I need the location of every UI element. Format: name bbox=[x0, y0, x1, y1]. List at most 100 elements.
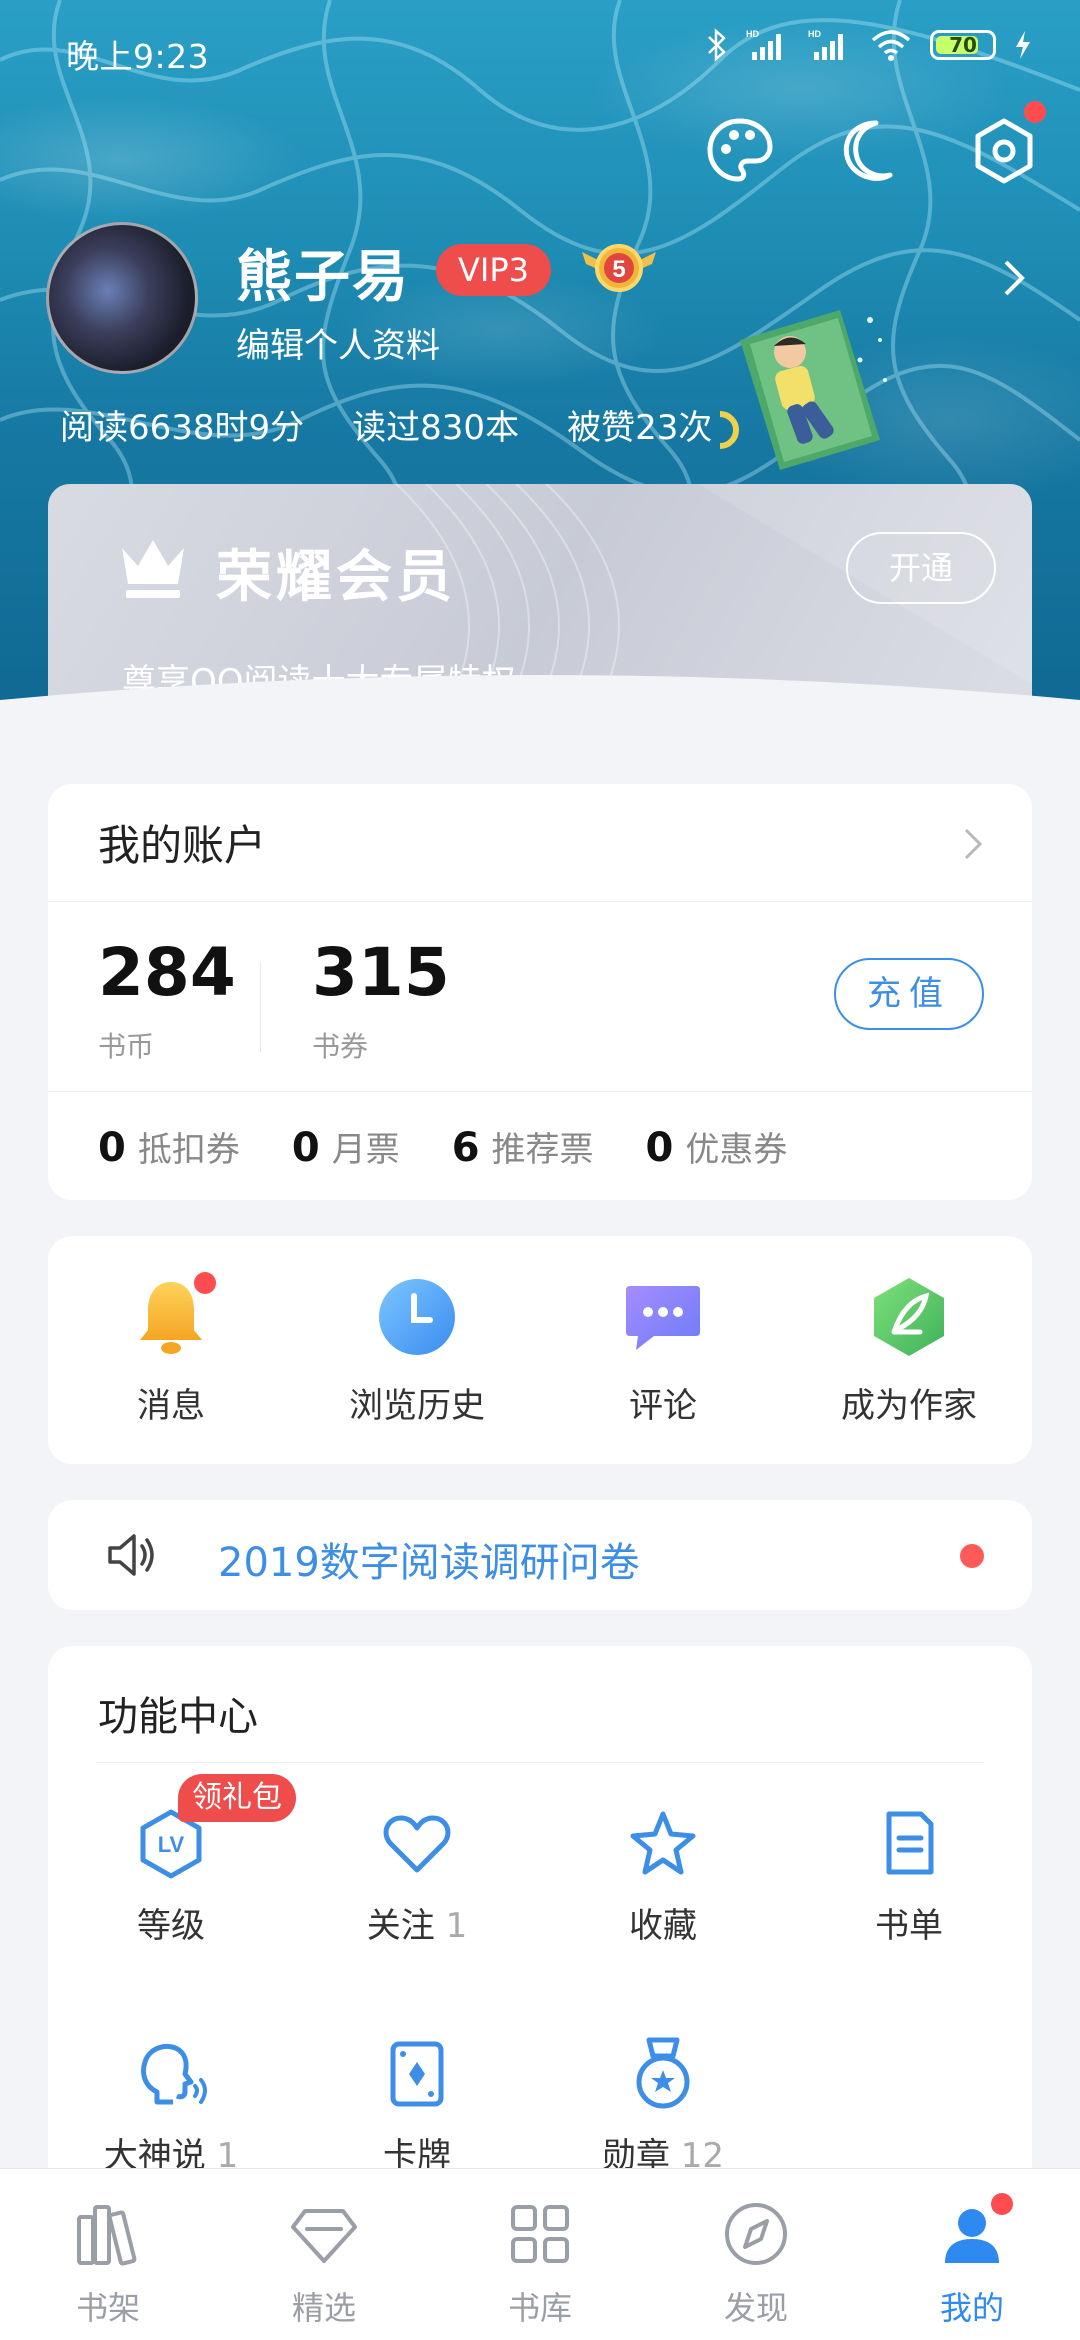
status-bar: 晚上9:23 HD HD 70 bbox=[0, 0, 1080, 100]
func-booklist[interactable]: 书单 bbox=[786, 1806, 1032, 1947]
func-master-talk[interactable]: 大神说 1 bbox=[48, 2036, 294, 2177]
func-medals[interactable]: 勋章 12 bbox=[540, 2036, 786, 2177]
func-follow[interactable]: 关注 1 bbox=[294, 1806, 540, 1947]
survey-notice[interactable]: 2019数字阅读调研问卷 bbox=[48, 1500, 1032, 1610]
vouchers-label: 书券 bbox=[312, 1030, 369, 1063]
vouchers-value: 315 bbox=[312, 934, 450, 1011]
ticket-label: 月票 bbox=[331, 1129, 400, 1170]
shortcut-label: 浏览历史 bbox=[349, 1386, 485, 1426]
heart-icon bbox=[383, 1815, 451, 1873]
shortcut-label: 消息 bbox=[137, 1386, 205, 1426]
vouchers-balance[interactable]: 315 书券 bbox=[312, 934, 450, 1065]
chevron-right-icon bbox=[964, 828, 983, 860]
settings-hexagon-icon[interactable] bbox=[968, 101, 1046, 187]
tab-label: 精选 bbox=[291, 2289, 356, 2327]
coins-label: 书币 bbox=[98, 1030, 155, 1063]
shortcut-label: 成为作家 bbox=[841, 1386, 977, 1426]
tab-library[interactable]: 书库 bbox=[432, 2169, 648, 2340]
comment-bubble-icon bbox=[626, 1286, 700, 1350]
books-read-stat: 读过830本 bbox=[352, 408, 520, 448]
compass-icon bbox=[725, 2203, 787, 2265]
charging-icon bbox=[1016, 31, 1030, 59]
ticket-deduction[interactable]: 0 抵扣券 bbox=[98, 1122, 240, 1171]
function-center-title: 功能中心 bbox=[98, 1694, 258, 1740]
speaking-head-icon bbox=[141, 2044, 207, 2105]
func-label: 书单 bbox=[875, 1906, 943, 1946]
settings-red-dot bbox=[1024, 101, 1046, 123]
booklist-icon bbox=[886, 1811, 934, 1875]
quill-hexagon-icon bbox=[874, 1278, 944, 1356]
svg-text:LV: LV bbox=[158, 1832, 185, 1857]
shortcut-messages[interactable]: 消息 bbox=[48, 1272, 294, 1427]
tab-label: 发现 bbox=[723, 2289, 788, 2327]
membership-title: 荣耀会员 bbox=[216, 545, 456, 610]
speaker-icon bbox=[108, 1534, 154, 1576]
shortcut-become-writer[interactable]: 成为作家 bbox=[786, 1272, 1032, 1427]
coins-value: 284 bbox=[98, 934, 236, 1011]
tab-label: 我的 bbox=[939, 2289, 1004, 2327]
battery-level: 70 bbox=[949, 33, 977, 57]
ticket-value: 6 bbox=[451, 1124, 480, 1171]
tab-featured[interactable]: 精选 bbox=[216, 2169, 432, 2340]
ticket-value: 0 bbox=[645, 1124, 674, 1171]
reading-boy-illustration bbox=[720, 310, 887, 470]
gift-badge[interactable]: 领礼包 bbox=[178, 1774, 296, 1822]
account-card: 我的账户 284 书币 315 书券 充值 0 抵扣券 0 月票 6 推荐票 0 优惠券 bbox=[48, 784, 1032, 1200]
shortcuts-card: 消息 浏览历史 评论 成为作家 bbox=[48, 1236, 1032, 1464]
ticket-label: 抵扣券 bbox=[137, 1129, 240, 1170]
profile-header: 晚上9:23 HD HD 70 熊子易 VIP3 5 编辑个人资料 阅读6638… bbox=[0, 0, 1080, 730]
bluetooth-icon bbox=[708, 28, 726, 62]
medal-icon bbox=[636, 2037, 690, 2109]
avatar[interactable] bbox=[46, 222, 198, 374]
tab-mine[interactable]: 我的 bbox=[864, 2169, 1080, 2340]
user-name: 熊子易 bbox=[236, 245, 410, 310]
header-curve bbox=[0, 675, 1080, 730]
signal-1-icon: HD bbox=[746, 29, 781, 60]
level-medal-icon[interactable]: 5 bbox=[578, 234, 660, 304]
balance-row: 284 书币 315 书券 充值 bbox=[48, 902, 1032, 1092]
func-cards[interactable]: 卡牌 bbox=[294, 2036, 540, 2177]
tab-bookshelf[interactable]: 书架 bbox=[0, 2169, 216, 2340]
svg-text:HD: HD bbox=[746, 29, 759, 39]
wifi-icon bbox=[871, 30, 911, 61]
chevron-right-icon[interactable] bbox=[1002, 258, 1028, 298]
open-membership-button[interactable]: 开通 bbox=[846, 532, 996, 604]
ticket-label: 推荐票 bbox=[491, 1129, 594, 1170]
func-level[interactable]: LV 等级 bbox=[48, 1806, 294, 1947]
status-time: 晚上9:23 bbox=[66, 37, 210, 76]
divider bbox=[96, 1762, 984, 1763]
theme-palette-icon[interactable] bbox=[704, 115, 776, 187]
signal-2-icon: HD bbox=[808, 29, 843, 60]
star-icon bbox=[630, 1811, 696, 1875]
func-count: 1 bbox=[445, 1906, 468, 1946]
likes-stat: 被赞23次 bbox=[567, 408, 713, 448]
func-label: 等级 bbox=[137, 1906, 205, 1946]
grid-icon bbox=[511, 2205, 569, 2263]
func-label: 关注 bbox=[366, 1906, 435, 1946]
ticket-recommend[interactable]: 6 推荐票 bbox=[452, 1122, 594, 1171]
shortcut-comments[interactable]: 评论 bbox=[540, 1272, 786, 1427]
edit-profile-link[interactable]: 编辑个人资料 bbox=[236, 318, 440, 367]
reading-time-stat: 阅读6638时9分 bbox=[60, 408, 305, 448]
ticket-value: 0 bbox=[291, 1124, 320, 1171]
bottom-tab-bar: 书架 精选 书库 发现 我的 bbox=[0, 2168, 1080, 2340]
clock-icon bbox=[379, 1279, 455, 1355]
coins-balance[interactable]: 284 书币 bbox=[98, 934, 236, 1065]
tab-label: 书库 bbox=[507, 2289, 572, 2327]
card-icon bbox=[390, 2041, 444, 2107]
tab-discover[interactable]: 发现 bbox=[648, 2169, 864, 2340]
ticket-coupon[interactable]: 0 优惠券 bbox=[646, 1122, 788, 1171]
func-favorites[interactable]: 收藏 bbox=[540, 1806, 786, 1947]
ticket-monthly[interactable]: 0 月票 bbox=[292, 1122, 400, 1171]
survey-notice-text: 2019数字阅读调研问卷 bbox=[218, 1540, 640, 1586]
battery-icon: 70 bbox=[930, 30, 996, 60]
func-label: 收藏 bbox=[629, 1906, 697, 1946]
shortcut-history[interactable]: 浏览历史 bbox=[294, 1272, 540, 1427]
messages-red-dot bbox=[194, 1272, 216, 1294]
vip-badge[interactable]: VIP3 bbox=[436, 244, 551, 296]
balance-divider bbox=[260, 962, 261, 1052]
night-mode-moon-icon[interactable] bbox=[836, 115, 908, 187]
mine-red-dot bbox=[991, 2193, 1013, 2215]
recharge-button[interactable]: 充值 bbox=[834, 958, 984, 1030]
account-header[interactable]: 我的账户 bbox=[48, 784, 1032, 902]
